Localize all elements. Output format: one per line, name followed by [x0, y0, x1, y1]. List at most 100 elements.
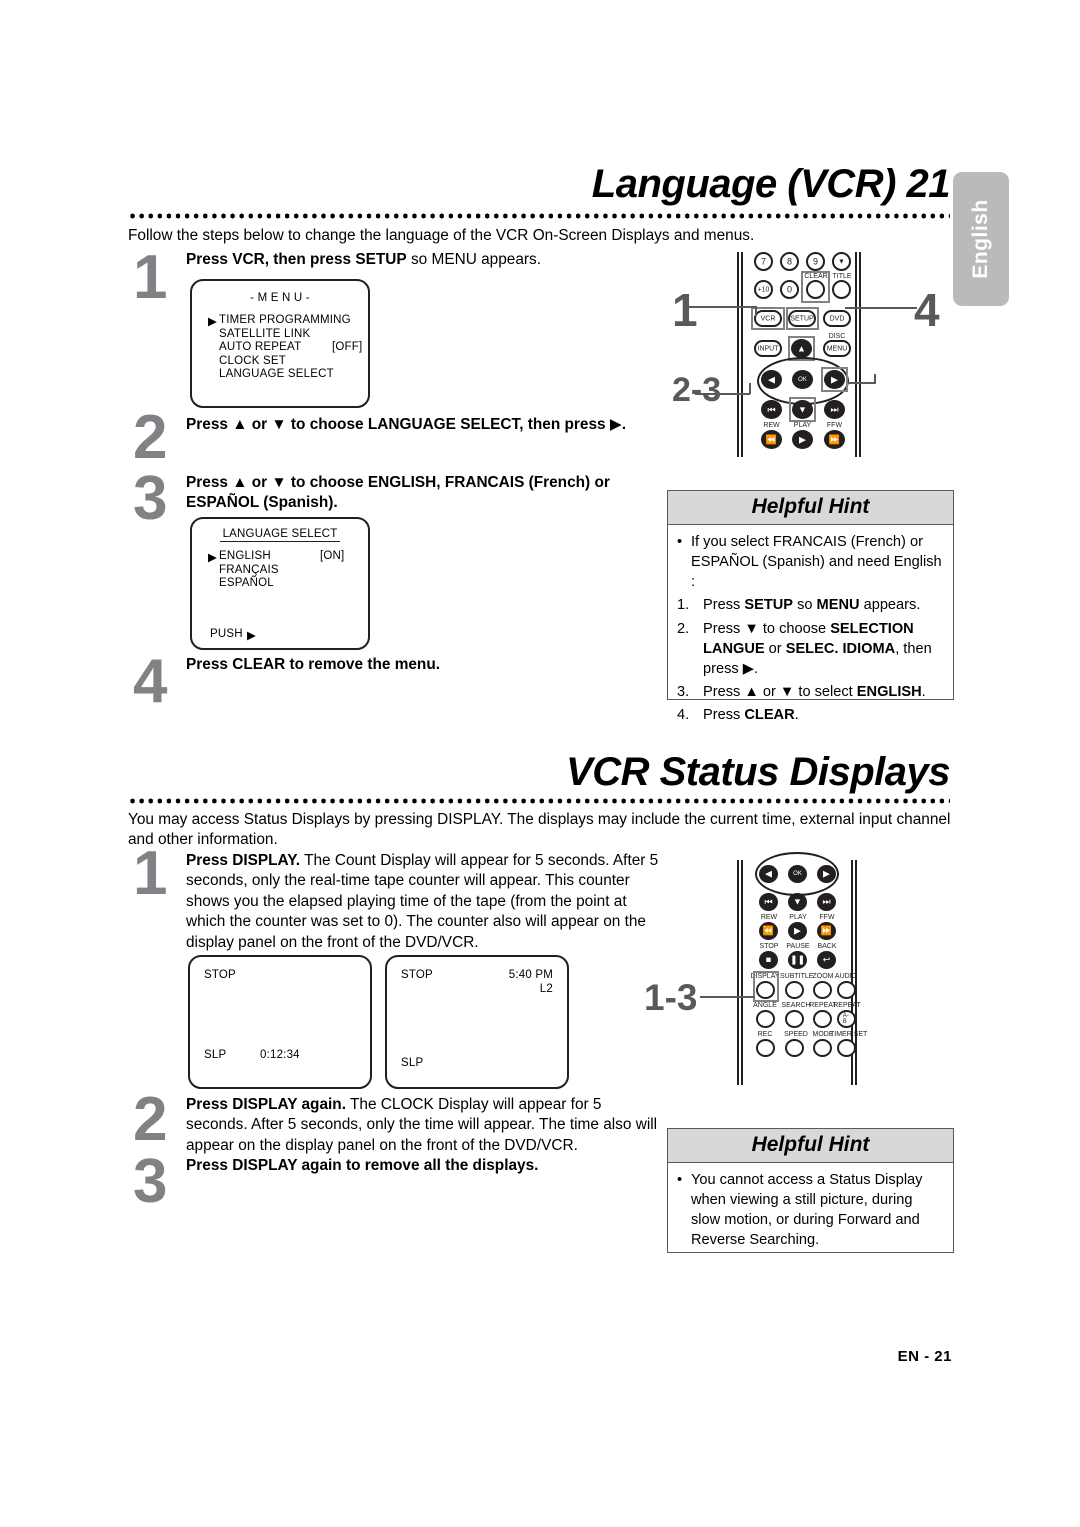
remote-button-pause[interactable]: ❚❚ [788, 951, 807, 969]
remote-button-left[interactable]: ◀ [761, 370, 782, 389]
hint-line: 2. Press ▼ to choose SELECTION LANGUE or… [677, 619, 944, 679]
osd-menu-item-marker: ▶ [208, 316, 218, 328]
remote-button-previous-b[interactable]: ⏮ [759, 893, 778, 911]
remote-button-previous[interactable]: ⏮ [761, 400, 782, 419]
step-number-2-2: 2 [133, 1085, 168, 1154]
callout-1-3: 1-3 [644, 977, 698, 1018]
remote-button-play-b[interactable]: ▶ [788, 922, 807, 940]
leader-line-callout-2-3-rv [874, 374, 876, 384]
remote-label-ffw: FFW [826, 422, 843, 429]
remote-button-audio[interactable] [837, 981, 856, 999]
osd-clock-display: STOP 5:40 PM L2 SLP [385, 955, 569, 1089]
remote-button-search[interactable] [785, 1010, 804, 1028]
remote-button-input[interactable]: INPUT [754, 340, 782, 357]
remote-button-zoom[interactable] [813, 981, 832, 999]
osd-menu-item-label: CLOCK SET [219, 354, 286, 367]
remote-button-next-b[interactable]: ⏭ [817, 893, 836, 911]
remote-label-ffw-b: FFW [819, 914, 835, 921]
remote-control-diagram-top: 7 8 9 ▼ CLEAR TITLE +10 0 VCR SETUP DVD … [735, 252, 865, 457]
remote-button-channel-down[interactable]: ▼ [832, 252, 851, 271]
remote-control-diagram-bottom: ◀ OK ▶ ⏮ ▼ ⏭ REW PLAY FFW ⏪ ▶ ⏩ STOP PAU… [733, 852, 867, 1085]
remote-button-disc-menu[interactable]: MENU [823, 340, 851, 357]
hint-line: 3. Press ▲ or ▼ to select ENGLISH. [677, 682, 944, 702]
osd-language-item-marker: ▶ [208, 552, 218, 564]
remote-label-stop: STOP [759, 943, 779, 950]
remote-button-7[interactable]: 7 [754, 252, 773, 271]
leader-line-callout-2-3-v [749, 383, 751, 394]
osd-clock-time: 5:40 PM [508, 969, 553, 981]
remote-rail-left-inner [741, 252, 743, 457]
osd-menu-item-label: TIMER PROGRAMMING [219, 314, 351, 326]
step-text-1-4: Press CLEAR to remove the menu. [186, 656, 441, 673]
remote-button-ok-b[interactable]: OK [788, 865, 807, 883]
remote-button-rewind[interactable]: ⏪ [761, 430, 782, 449]
osd-clock-top-left: STOP [401, 969, 433, 981]
remote-button-dvd[interactable]: DVD [823, 310, 851, 327]
manual-page: English Language (VCR) 21 Follow the ste… [0, 0, 1080, 1527]
osd-language-push-glyph: ▶ [247, 630, 257, 642]
remote-button-mode[interactable] [813, 1039, 832, 1057]
remote-button-left-b[interactable]: ◀ [759, 865, 778, 883]
callout-2-3: 2-3 [672, 371, 722, 409]
osd-language-item-label: ESPAÑOL [219, 577, 274, 589]
osd-language-item-label: ENGLISH [219, 550, 271, 562]
remote-button-plus10[interactable]: +10 [754, 280, 773, 299]
remote-rail-right [859, 252, 861, 457]
hint-line-marker: 2. [677, 620, 690, 637]
language-side-tab-label: English [969, 199, 992, 279]
hint-line-text: Press SETUP so MENU appears. [703, 597, 921, 614]
remote-label-repeat-ab: REPEAT [833, 1002, 861, 1009]
hint-line-marker: 3. [677, 683, 690, 700]
helpful-hint-box-2: Helpful Hint • You cannot access a Statu… [667, 1128, 954, 1253]
remote-label-play-b: PLAY [789, 914, 807, 921]
remote-button-rec[interactable] [756, 1039, 775, 1057]
remote-label-rew: REW [763, 422, 780, 429]
osd-menu-item-label: SATELLITE LINK [219, 327, 311, 340]
section-title-language-vcr: Language (VCR) 21 [591, 162, 951, 206]
remote-button-angle[interactable] [756, 1010, 775, 1028]
remote-label-audio: AUDIO [834, 973, 858, 980]
osd-language-select-screen: LANGUAGE SELECT ▶ ENGLISH [ON] FRANÇAIS … [190, 517, 370, 650]
osd-menu-title: - M E N U - [250, 292, 310, 304]
remote-button-ok[interactable]: OK [792, 370, 813, 389]
step-text-1-3: Press ▲ or ▼ to choose ENGLISH, FRANCAIS… [186, 474, 610, 512]
step-text-1-1: Press VCR, then press SETUP so MENU appe… [186, 251, 541, 268]
highlight-display-button [753, 971, 779, 1002]
remote-button-play[interactable]: ▶ [792, 430, 813, 449]
step-number-1-4: 4 [133, 647, 168, 716]
osd-menu-item-label: LANGUAGE SELECT [219, 368, 334, 380]
remote-button-speed[interactable] [785, 1039, 804, 1057]
remote-button-back[interactable]: ↩ [817, 951, 836, 969]
remote-button-0[interactable]: 0 [780, 280, 799, 299]
remote-button-fast-forward[interactable]: ⏩ [824, 430, 845, 449]
hint-line-text: Press CLEAR. [703, 707, 799, 723]
remote-button-stop[interactable]: ■ [759, 951, 778, 969]
leader-line-callout-1-v [755, 306, 757, 316]
remote-button-repeat[interactable] [813, 1010, 832, 1028]
language-side-tab: English [953, 172, 1009, 306]
remote-button-9[interactable]: 9 [806, 252, 825, 271]
helpful-hint-body-1: • If you select FRANCAIS (French) or ESP… [668, 525, 953, 737]
remote-button-repeat-ab[interactable]: A-B [837, 1010, 856, 1028]
remote-button-down-b[interactable]: ▼ [788, 893, 807, 911]
osd-language-item-value: [ON] [320, 550, 345, 562]
remote-label-back: BACK [817, 943, 837, 950]
remote-label-subtitle: SUBTITLE [780, 973, 814, 980]
remote-button-8[interactable]: 8 [780, 252, 799, 271]
remote-label-rew-b: REW [760, 914, 778, 921]
hint-line-marker: • [677, 1172, 683, 1188]
helpful-hint-title-2: Helpful Hint [668, 1129, 953, 1163]
callout-4: 4 [914, 284, 940, 336]
remote-button-next[interactable]: ⏭ [824, 400, 845, 419]
step-text-1-2: Press ▲ or ▼ to choose LANGUAGE SELECT, … [186, 416, 626, 433]
hint-line: 4. Press CLEAR. [677, 705, 944, 725]
remote-button-title[interactable] [832, 280, 851, 299]
step-text-2-1: Press DISPLAY. The Count Display will ap… [186, 852, 659, 951]
remote-button-fast-forward-b[interactable]: ⏩ [817, 922, 836, 940]
remote-button-rewind-b[interactable]: ⏪ [759, 922, 778, 940]
remote-button-right-b[interactable]: ▶ [817, 865, 836, 883]
remote-button-subtitle[interactable] [785, 981, 804, 999]
remote-button-timer-set[interactable] [837, 1039, 856, 1057]
section-intro-1: Follow the steps below to change the lan… [128, 227, 755, 244]
highlight-right-button [821, 367, 848, 392]
